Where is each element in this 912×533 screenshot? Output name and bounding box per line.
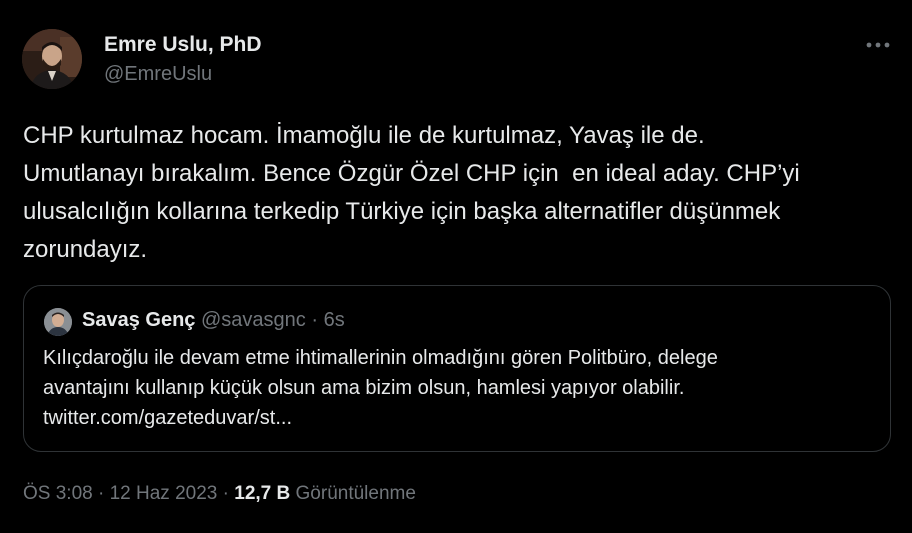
author-avatar[interactable] [22,29,82,89]
tweet-text-line: ulusalcılığın kollarına terkedip Türkiye… [23,198,781,225]
tweet-time[interactable]: ÖS 3:08 [23,483,93,504]
quoted-profile-photo-icon [44,308,72,336]
meta-separator: · [222,483,229,504]
quoted-author-avatar[interactable] [44,308,72,336]
quoted-header: Savaş Genç @savasgnc · 6s [82,309,345,332]
tweet-text: CHP kurtulmaz hocam. İmamoğlu ile de kur… [23,117,893,269]
quoted-link[interactable]: twitter.com/gazeteduvar/st... [43,403,883,433]
views-count: 12,7 B [234,483,291,504]
quoted-separator: · [311,309,319,331]
more-options-button[interactable] [860,34,896,56]
tweet-card: Emre Uslu, PhD @EmreUslu CHP kurtulmaz h… [0,0,912,533]
author-handle[interactable]: @EmreUslu [104,63,212,86]
author-name[interactable]: Emre Uslu, PhD [104,33,262,57]
views-label: Görüntülenme [295,483,416,504]
meta-separator: · [98,483,105,504]
tweet-text-line: Umutlanayı bırakalım. Bence Özgür Özel C… [23,160,800,187]
tweet-text-line: zorundayız. [23,236,148,263]
more-dots-icon [866,42,890,48]
quoted-timestamp[interactable]: 6s [324,309,345,331]
quoted-author-handle[interactable]: @savasgnc [201,309,306,331]
tweet-date[interactable]: 12 Haz 2023 [110,483,218,504]
quoted-text-line: avantajını kullanıp küçük olsun ama bizi… [43,377,685,399]
quoted-author-name[interactable]: Savaş Genç [82,309,195,331]
tweet-text-line: CHP kurtulmaz hocam. İmamoğlu ile de kur… [23,122,705,149]
tweet-metadata: ÖS 3:08 · 12 Haz 2023 · 12,7 B Görüntüle… [23,483,416,505]
quoted-text-line: Kılıçdaroğlu ile devam etme ihtimallerin… [43,347,718,369]
profile-photo-icon [22,29,82,89]
quoted-text: Kılıçdaroğlu ile devam etme ihtimallerin… [43,343,883,433]
quoted-tweet[interactable]: Savaş Genç @savasgnc · 6s Kılıçdaroğlu i… [23,285,891,452]
